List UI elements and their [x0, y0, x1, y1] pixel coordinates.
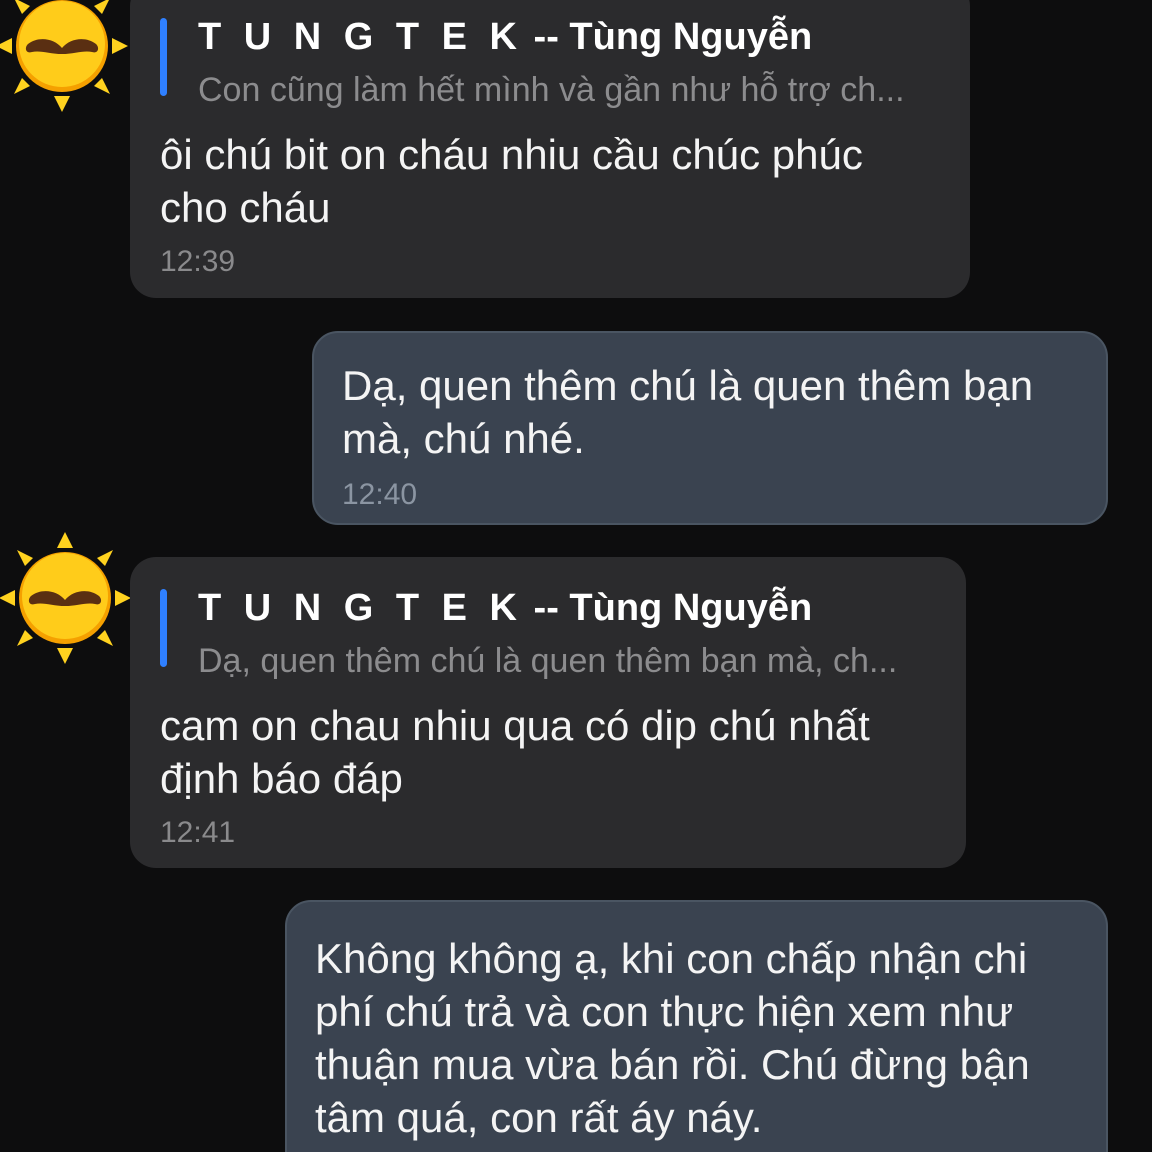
quote-bar: [160, 589, 167, 667]
message-time: 12:40: [342, 478, 418, 511]
quote-sender-name: T U N G T E K -- Tùng Nguyễn: [198, 16, 813, 58]
message-time: 12:41: [160, 816, 236, 849]
reply-quote[interactable]: T U N G T E K -- Tùng Nguyễn Con cũng là…: [160, 14, 940, 114]
message-bubble-outgoing[interactable]: Không không ạ, khi con chấp nhận chi phí…: [285, 900, 1108, 1152]
quote-preview-text: Con cũng làm hết mình và gần như hỗ trợ …: [198, 71, 905, 109]
quote-sender-name: T U N G T E K -- Tùng Nguyễn: [198, 587, 813, 629]
quote-preview-text: Dạ, quen thêm chú là quen thêm bạn mà, c…: [198, 642, 898, 680]
quote-bar: [160, 18, 167, 96]
message-bubble-incoming[interactable]: T U N G T E K -- Tùng Nguyễn Dạ, quen th…: [130, 557, 966, 868]
message-text: Không không ạ, khi con chấp nhận chi phí…: [315, 935, 1030, 1141]
reply-quote[interactable]: T U N G T E K -- Tùng Nguyễn Dạ, quen th…: [160, 585, 936, 685]
message-bubble-outgoing[interactable]: Dạ, quen thêm chú là quen thêm bạn mà, c…: [312, 331, 1108, 525]
chat-thread: T U N G T E K -- Tùng Nguyễn Con cũng là…: [0, 0, 1152, 1152]
sun-mustache-avatar-icon[interactable]: [0, 530, 133, 666]
message-time: 12:39: [160, 245, 236, 278]
sun-mustache-avatar-icon[interactable]: [0, 0, 130, 114]
message-text: ôi chú bit on cháu nhiu cầu chúc phúc ch…: [160, 131, 863, 231]
message-bubble-incoming[interactable]: T U N G T E K -- Tùng Nguyễn Con cũng là…: [130, 0, 970, 298]
message-text: Dạ, quen thêm chú là quen thêm bạn mà, c…: [342, 362, 1034, 462]
message-text: cam on chau nhiu qua có dip chú nhất địn…: [160, 702, 870, 802]
